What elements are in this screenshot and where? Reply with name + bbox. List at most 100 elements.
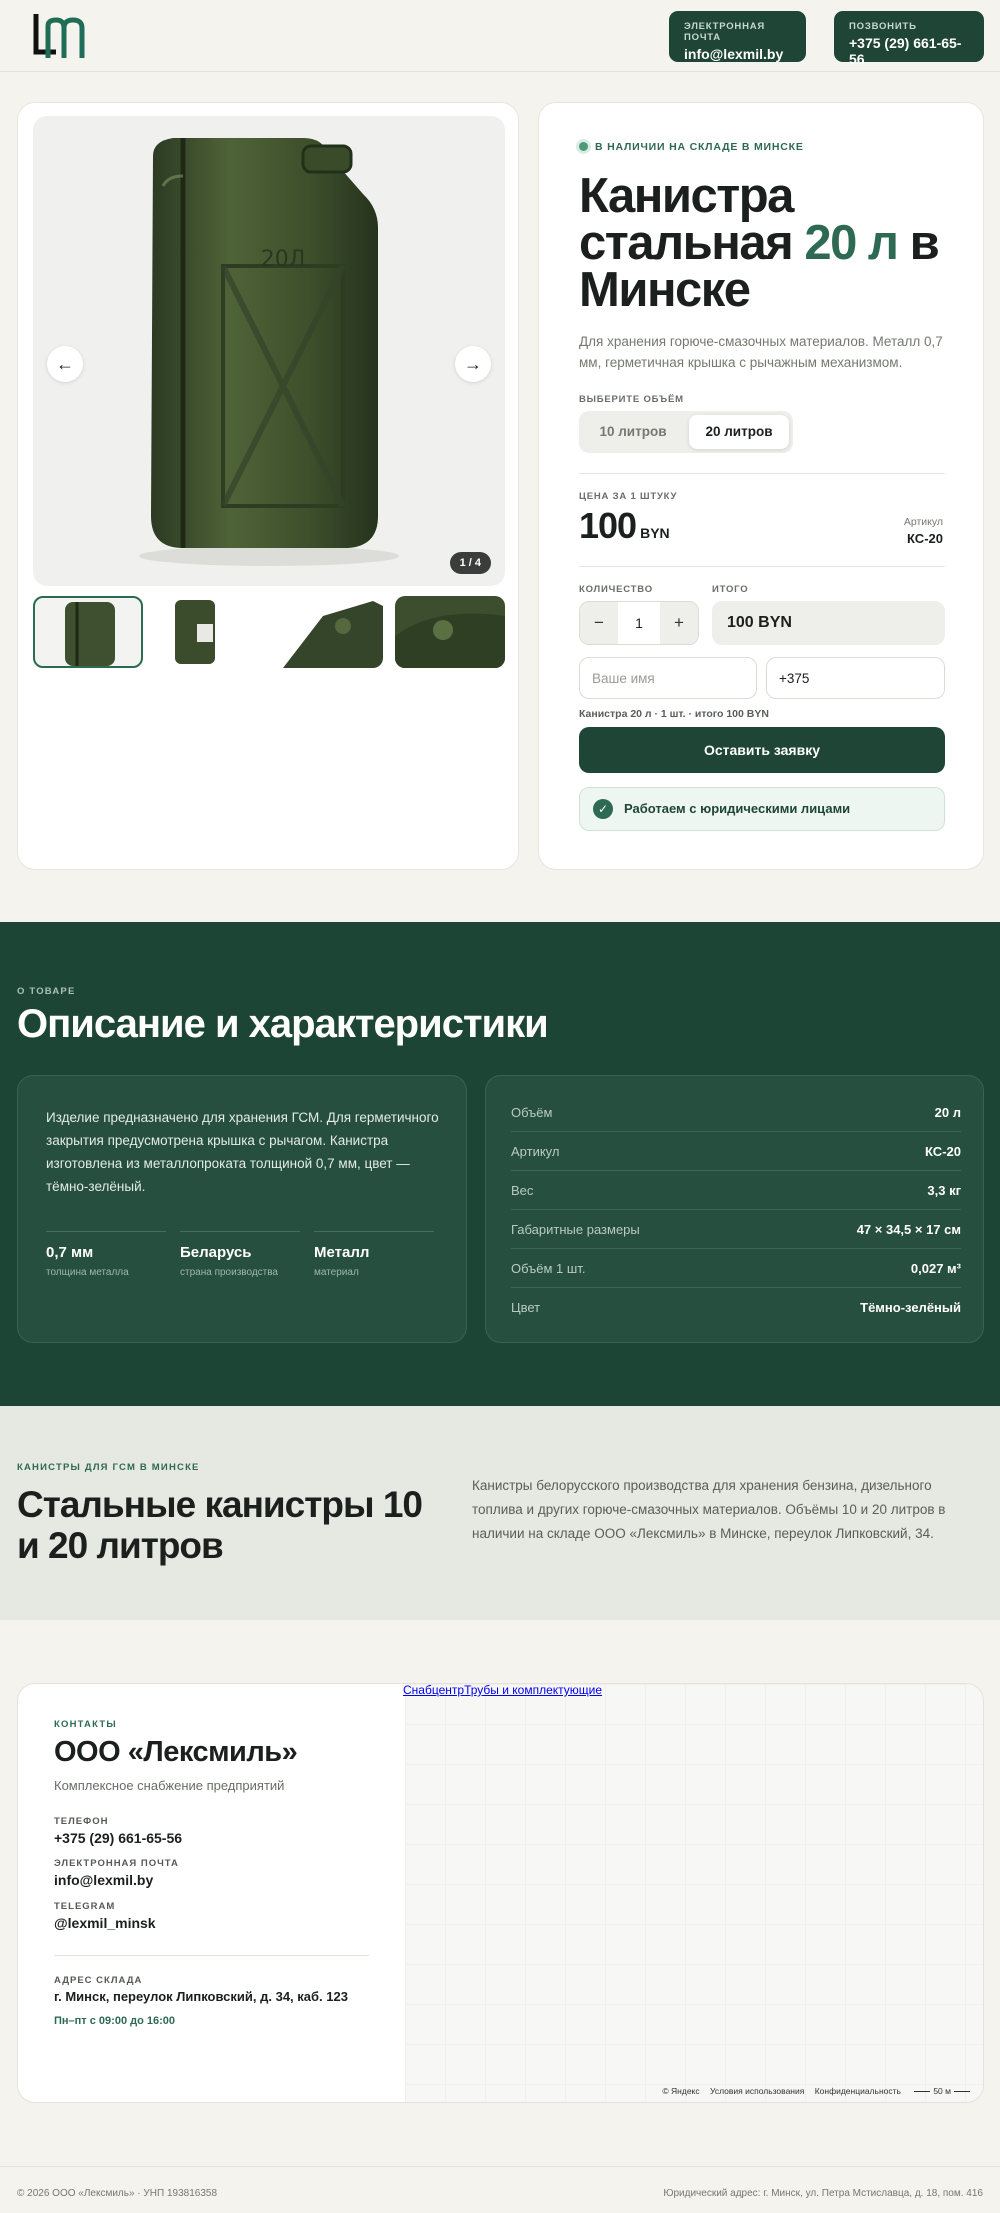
spec-key: Габаритные размеры — [511, 1222, 640, 1237]
price-label: Цена за 1 штуку — [579, 491, 678, 502]
gallery-prev-button[interactable]: ← — [47, 346, 83, 382]
volume-option-20[interactable]: 20 литров — [689, 415, 789, 449]
product-title: Канистра стальная 20 л в Минске — [579, 172, 969, 315]
volume-label: Выберите объём — [579, 394, 684, 405]
header-email-button[interactable]: Электронная почта info@lexmil.by — [669, 11, 806, 62]
stock-status-text: В наличии на складе в Минске — [595, 141, 804, 153]
quantity-increase-button[interactable]: + — [660, 602, 698, 644]
footer-copyright: © 2026 ООО «Лексмиль» · УНП 193816358 — [17, 2188, 218, 2199]
header-call-label: Позвонить — [849, 21, 917, 32]
article-value: КС-20 — [907, 531, 943, 546]
product-gallery: 20Л ← → 1 / 4 — [17, 102, 519, 870]
contact-email-link[interactable]: info@lexmil.by — [54, 1872, 153, 1888]
divider — [54, 1955, 369, 1956]
jerrycan-image: 20Л — [139, 138, 399, 566]
yandex-map[interactable]: СнабцентрТрубы и комплектующие © Яндекс … — [403, 1684, 983, 2102]
warehouse-address: г. Минск, переулок Липковский, д. 34, ка… — [54, 1989, 348, 2004]
feature-label: материал — [314, 1267, 359, 1278]
legal-entities-badge: ✓ Работаем с юридическими лицами — [579, 787, 945, 831]
specs-card: Объём 20 л Артикул КС-20 Вес 3,3 кг Габарит… — [485, 1075, 984, 1343]
spec-value: 47 × 34,5 × 17 см — [856, 1222, 961, 1237]
map-scale: 50 м — [911, 2086, 973, 2096]
gallery-counter: 1 / 4 — [449, 552, 491, 574]
about-eyebrow: О товаре — [17, 986, 76, 997]
spec-key: Артикул — [511, 1144, 560, 1159]
scale-bar-icon — [914, 2091, 931, 2093]
contact-telegram-link[interactable]: @lexmil_minsk — [54, 1915, 156, 1931]
contacts-card: Контакты ООО «Лексмиль» Комплексное снаб… — [17, 1683, 984, 2103]
feature-value: 0,7 мм — [46, 1244, 94, 1261]
spec-value: 20 л — [934, 1105, 961, 1120]
spec-row: Артикул КС-20 — [511, 1133, 961, 1171]
description-section: О товаре Описание и характеристики Издел… — [0, 922, 1000, 1406]
about-title: Описание и характеристики — [17, 1002, 549, 1046]
gallery-thumb-2[interactable] — [153, 596, 263, 668]
quantity-value[interactable]: 1 — [618, 602, 660, 644]
company-subtitle: Комплексное снабжение предприятий — [54, 1778, 285, 1793]
feature-item: Беларусь страна производства — [180, 1231, 300, 1278]
description-card: Изделие предназначено для хранения ГСМ. … — [17, 1075, 467, 1343]
phone-label: Телефон — [54, 1816, 109, 1827]
map-copyright[interactable]: © Яндекс — [662, 2086, 699, 2096]
feature-value: Металл — [314, 1244, 370, 1261]
thumb-image — [65, 602, 115, 666]
quantity-decrease-button[interactable]: − — [580, 602, 618, 644]
spec-key: Вес — [511, 1183, 534, 1198]
feature-label: страна производства — [180, 1267, 278, 1278]
contact-phone-link[interactable]: +375 (29) 661-65-56 — [54, 1830, 182, 1846]
lexmil-logo[interactable] — [32, 12, 98, 60]
spec-row: Габаритные размеры 47 × 34,5 × 17 см — [511, 1211, 961, 1249]
spec-row: Цвет Тёмно-зелёный — [511, 1289, 961, 1327]
email-label: Электронная почта — [54, 1858, 179, 1869]
gallery-thumb-4[interactable] — [395, 596, 505, 668]
order-summary: Канистра 20 л · 1 шт. · итого 100 BYN — [579, 708, 769, 720]
gallery-thumb-1[interactable] — [33, 596, 143, 668]
spec-value: 3,3 кг — [927, 1183, 961, 1198]
check-icon: ✓ — [593, 799, 613, 819]
thumb-image — [153, 596, 263, 668]
canisters-eyebrow: Канистры для ГСМ в Минске — [17, 1462, 200, 1473]
canisters-text: Канистры белорусского производства для х… — [472, 1478, 946, 1541]
volume-selector: 10 литров 20 литров — [579, 411, 793, 453]
svg-text:20Л: 20Л — [261, 247, 306, 272]
map-terms-link[interactable]: Условия использования — [710, 2086, 804, 2096]
product-title-part1: Канистра стальная — [579, 169, 805, 270]
spec-row: Объём 1 шт. 0,027 м³ — [511, 1250, 961, 1288]
gallery-next-button[interactable]: → — [455, 346, 491, 382]
phone-input[interactable] — [766, 657, 945, 699]
article-block: Артикул КС-20 — [904, 516, 943, 546]
name-input[interactable] — [579, 657, 757, 699]
volume-option-10[interactable]: 10 литров — [583, 415, 683, 449]
gallery-thumb-3[interactable] — [273, 596, 383, 668]
total-label: Итого — [712, 584, 749, 595]
legal-entities-text: Работаем с юридическими лицами — [624, 801, 851, 816]
spec-key: Объём 1 шт. — [511, 1261, 586, 1276]
telegram-label: Telegram — [54, 1901, 116, 1912]
header-phone-value: +375 (29) 661-65-56 — [849, 35, 962, 67]
header-call-button[interactable]: Позвонить +375 (29) 661-65-56 — [834, 11, 984, 67]
thumb-image — [273, 596, 383, 668]
submit-request-button[interactable]: Оставить заявку — [579, 727, 945, 773]
product-main-image[interactable]: 20Л ← → 1 / 4 — [33, 116, 505, 586]
price-currency: BYN — [640, 525, 670, 541]
feature-value: Беларусь — [180, 1244, 252, 1261]
scale-bar-icon — [954, 2091, 970, 2093]
feature-item: 0,7 мм толщина металла — [46, 1231, 166, 1278]
article-label: Артикул — [903, 516, 943, 528]
map-privacy-link[interactable]: Конфиденциальность — [815, 2086, 901, 2096]
spec-value: 0,027 м³ — [910, 1261, 961, 1276]
spec-value: Тёмно-зелёный — [860, 1300, 961, 1315]
feature-item: Металл материал — [314, 1231, 434, 1278]
price-value: 100 — [579, 505, 637, 546]
map-link-pipes[interactable]: Трубы и комплектующие — [464, 1684, 602, 1697]
spec-key: Объём — [511, 1105, 553, 1120]
map-scale-value: 50 м — [933, 2086, 951, 2096]
header-email-value: info@lexmil.by — [684, 46, 784, 62]
description-text: Изделие предназначено для хранения ГСМ. … — [46, 1110, 439, 1194]
map-links: СнабцентрТрубы и комплектующие — [403, 1684, 602, 1697]
product-title-accent: 20 л — [804, 216, 899, 270]
canisters-section: Канистры для ГСМ в Минске Стальные канис… — [0, 1406, 1000, 1620]
thumb-image — [395, 596, 505, 668]
company-name: ООО «Лексмиль» — [54, 1736, 298, 1768]
map-link-snabcenter[interactable]: Снабцентр — [403, 1684, 464, 1697]
